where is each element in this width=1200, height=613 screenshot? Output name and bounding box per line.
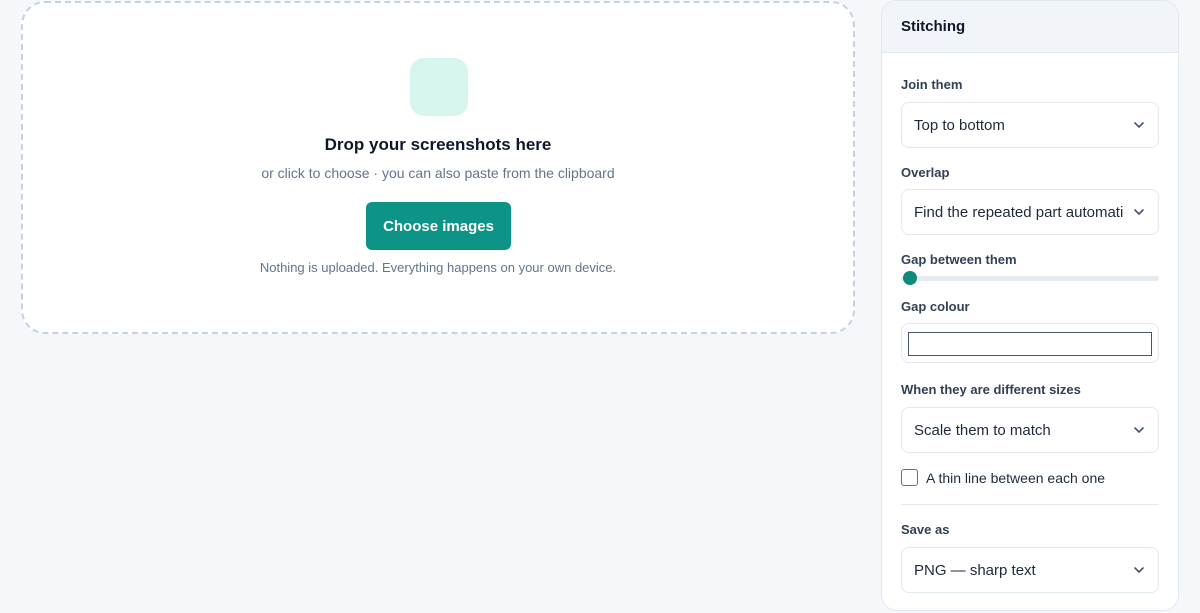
chevron-down-icon [1134, 122, 1144, 128]
gap-colour-picker[interactable] [901, 323, 1159, 363]
save-as-select[interactable]: PNG — sharp text [901, 547, 1159, 593]
join-select-value: Top to bottom [914, 116, 1005, 134]
image-placeholder-icon [410, 58, 468, 116]
gap-label: Gap between them [901, 252, 1017, 267]
chevron-down-icon [1134, 567, 1144, 573]
gap-slider-handle[interactable] [903, 271, 917, 285]
panel-title: Stitching [882, 1, 1178, 53]
thin-line-option[interactable]: A thin line between each one [901, 469, 1105, 486]
sizes-label: When they are different sizes [901, 382, 1081, 397]
save-as-label: Save as [901, 522, 950, 537]
overlap-label: Overlap [901, 165, 950, 180]
thin-line-checkbox[interactable] [901, 469, 918, 486]
join-select[interactable]: Top to bottom [901, 102, 1159, 148]
gap-colour-label: Gap colour [901, 299, 970, 314]
overlap-select[interactable]: Find the repeated part automatically [901, 189, 1159, 235]
thin-line-label: A thin line between each one [926, 469, 1106, 486]
divider [901, 504, 1159, 505]
drop-zone[interactable]: Drop your screenshots here or click to c… [21, 1, 855, 334]
choose-images-button[interactable]: Choose images [366, 202, 511, 250]
stitching-panel: Stitching Join them Top to bottom Overla… [881, 0, 1179, 611]
privacy-note: Nothing is uploaded. Everything happens … [259, 260, 617, 275]
save-as-select-value: PNG — sharp text [914, 561, 1036, 579]
sizes-select[interactable]: Scale them to match [901, 407, 1159, 453]
gap-colour-swatch [908, 332, 1152, 356]
chevron-down-icon [1134, 209, 1144, 215]
gap-slider[interactable] [901, 276, 1159, 281]
join-label: Join them [901, 77, 963, 92]
drop-subtitle: or click to choose · you can also paste … [261, 165, 615, 181]
chevron-down-icon [1134, 427, 1144, 433]
drop-title: Drop your screenshots here [324, 135, 552, 154]
overlap-select-value: Find the repeated part automatically [914, 203, 1124, 221]
sizes-select-value: Scale them to match [914, 421, 1051, 439]
